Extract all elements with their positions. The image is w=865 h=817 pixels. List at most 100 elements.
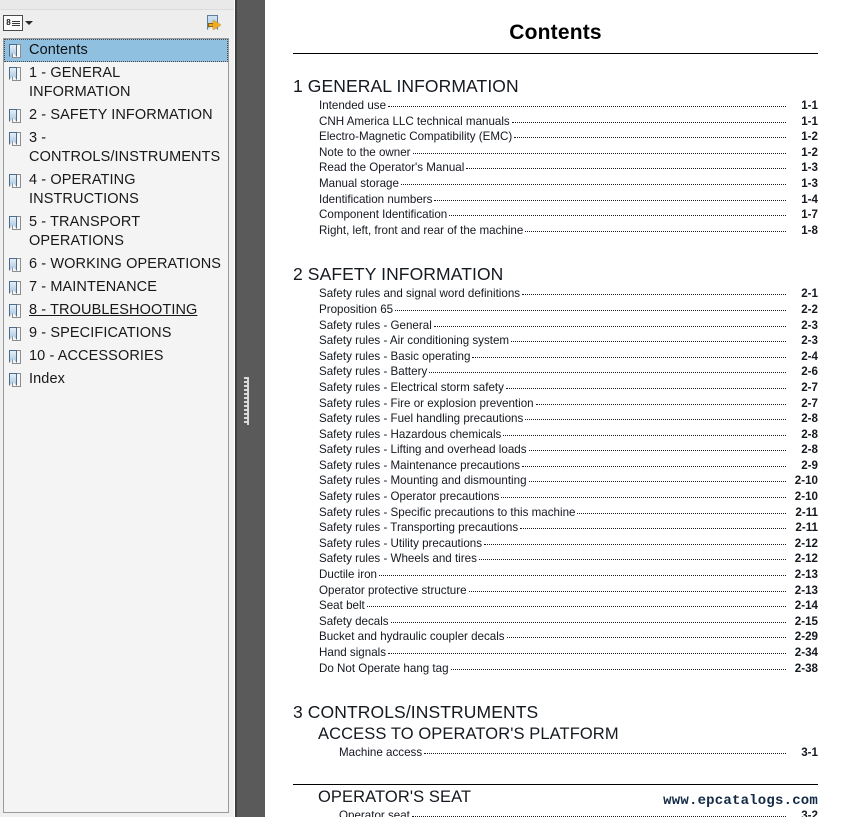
toc-entry[interactable]: Intended use 1-1 (319, 98, 818, 114)
toc-entry[interactable]: Identification numbers 1-4 (319, 192, 818, 208)
bookmark-icon (9, 109, 22, 124)
bookmark-item-7[interactable]: 7 - MAINTENANCE (4, 276, 228, 299)
toc-entry[interactable]: Safety rules - Fire or explosion prevent… (319, 396, 818, 412)
toc-entry-page: 2-3 (801, 318, 818, 332)
toc-entry[interactable]: Safety rules - Wheels and tires 2-12 (319, 551, 818, 567)
bookmark-item-8[interactable]: 8 - TROUBLESHOOTING (4, 299, 228, 322)
toc-entry[interactable]: Safety rules - Specific precautions to t… (319, 505, 818, 521)
toc-entry[interactable]: Component Identification 1-7 (319, 207, 818, 223)
toc-entry[interactable]: Safety rules - Utility precautions 2-12 (319, 536, 818, 552)
bookmark-item-6[interactable]: 6 - WORKING OPERATIONS (4, 253, 228, 276)
bookmarks-list[interactable]: Contents 1 - GENERAL INFORMATION 2 - SAFET… (3, 38, 229, 813)
toc-entry[interactable]: Safety rules - Maintenance precautions 2-… (319, 458, 818, 474)
bookmark-icon (9, 327, 22, 342)
bookmark-item-label: 8 - TROUBLESHOOTING (29, 302, 198, 318)
toc-entry[interactable]: Right, left, front and rear of the machi… (319, 223, 818, 239)
toc-entry[interactable]: Safety rules - Fuel handling precautions… (319, 411, 818, 427)
toc-leader-dots (505, 380, 786, 391)
pdf-reader-window: 8 Contents 1 - GENERAL INFORMATION 2 - SAF… (0, 0, 865, 817)
toc-entry[interactable]: Hand signals 2-34 (319, 645, 818, 661)
toc-entry[interactable]: Seat belt 2-14 (319, 598, 818, 614)
toc-entry-text: Safety decals (319, 614, 389, 628)
toc-entry-list: Intended use 1-1 CNH America LLC technical… (293, 98, 818, 238)
bookmark-item-5[interactable]: 5 - TRANSPORT OPERATIONS (4, 211, 228, 253)
toc-entry-page: 2-6 (801, 365, 818, 379)
toc-entry[interactable]: Ductile iron 2-13 (319, 567, 818, 583)
toc-entry[interactable]: Safety rules - Hazardous chemicals 2-8 (319, 427, 818, 443)
toc-entry[interactable]: Do Not Operate hang tag 2-38 (319, 661, 818, 677)
toc-part: 2 SAFETY INFORMATION Safety rules and sig… (293, 264, 818, 676)
pane-splitter[interactable] (234, 0, 265, 817)
bookmark-item-0[interactable]: Contents (4, 39, 228, 62)
splitter-grip-icon[interactable] (244, 375, 249, 425)
bookmark-item-1[interactable]: 1 - GENERAL INFORMATION (4, 62, 228, 104)
toc-entry-page: 2-13 (794, 583, 818, 597)
footer-rule (293, 784, 818, 785)
toc-entry[interactable]: Safety rules - Air conditioning system 2-… (319, 333, 818, 349)
toc-leader-dots (514, 129, 786, 140)
toc-entry-page: 1-1 (801, 99, 818, 112)
toc-leader-dots (577, 505, 786, 516)
toc-entry[interactable]: Operator protective structure 2-13 (319, 583, 818, 599)
bookmark-item-4[interactable]: 4 - OPERATING INSTRUCTIONS (4, 169, 228, 211)
toc-entry[interactable]: Proposition 65 2-2 (319, 302, 818, 318)
bookmark-icon (9, 304, 22, 319)
toc-entry[interactable]: Manual storage 1-3 (319, 176, 818, 192)
toc-entry[interactable]: CNH America LLC technical manuals 1-1 (319, 114, 818, 130)
bookmark-item-2[interactable]: 2 - SAFETY INFORMATION (4, 104, 228, 127)
toc-entry[interactable]: Safety rules - Mounting and dismounting 2… (319, 473, 818, 489)
toc-entry-text: Seat belt (319, 599, 365, 613)
toc-entry-text: Electro-Magnetic Compatibility (EMC) (319, 130, 513, 144)
toc-entry-text: Manual storage (319, 176, 399, 190)
page-title: Contents (509, 21, 602, 44)
toc-entry[interactable]: Safety rules - General 2-3 (319, 318, 818, 334)
toc-entry-text: Proposition 65 (319, 302, 394, 316)
toc-entry-page: 2-1 (801, 287, 818, 301)
toc-leader-dots (478, 551, 786, 562)
bookmark-item-11[interactable]: Index (4, 368, 228, 391)
toc-entry[interactable]: Electro-Magnetic Compatibility (EMC) 1-2 (319, 129, 818, 145)
toc-leader-dots (424, 745, 786, 756)
chevron-down-icon[interactable] (25, 21, 33, 25)
bookmark-options-button[interactable]: 8 (3, 13, 42, 33)
toc-entry[interactable]: Safety rules - Electrical storm safety 2-… (319, 380, 818, 396)
toc-entry-text: Safety rules - Operator precautions (319, 490, 500, 504)
bookmark-item-label: Contents (29, 42, 88, 58)
toc-entry-page: 2-10 (794, 474, 818, 488)
toc-leader-dots (366, 598, 786, 609)
toc-leader-dots (520, 520, 786, 531)
toc-entry-text: Intended use (319, 99, 387, 112)
toc-entry[interactable]: Safety rules and signal word definitions… (319, 286, 818, 302)
bookmark-item-10[interactable]: 10 - ACCESSORIES (4, 345, 228, 368)
toc-entry[interactable]: Machine access 3-1 (339, 745, 818, 761)
toc-entry-text: Safety rules - Basic operating (319, 349, 471, 363)
toc-entry[interactable]: Safety rules - Operator precautions 2-10 (319, 489, 818, 505)
toc-entry[interactable]: Safety decals 2-15 (319, 614, 818, 630)
toc-part-heading[interactable]: 1 GENERAL INFORMATION (293, 76, 818, 97)
toc-part-heading[interactable]: 3 CONTROLS/INSTRUMENTS (293, 702, 818, 723)
expand-current-bookmark-button[interactable] (204, 12, 228, 34)
toc-entry[interactable]: Safety rules - Basic operating 2-4 (319, 349, 818, 365)
toc-entry[interactable]: Bucket and hydraulic coupler decals 2-29 (319, 629, 818, 645)
toc-entry-text: Safety rules - Hazardous chemicals (319, 427, 502, 441)
toc-entry-list: Safety rules and signal word definitions… (293, 286, 818, 676)
bookmark-item-9[interactable]: 9 - SPECIFICATIONS (4, 322, 228, 345)
toc-entry[interactable]: Read the Operator's Manual 1-3 (319, 160, 818, 176)
toc-leader-dots (379, 567, 786, 578)
bookmark-icon (9, 258, 22, 273)
toc-entry-text: Safety rules - Utility precautions (319, 536, 483, 550)
toc-entry[interactable]: Safety rules - Transporting precautions 2… (319, 520, 818, 536)
toc-entry-text: Safety rules - Mounting and dismounting (319, 474, 527, 488)
toc-entry[interactable]: Safety rules - Lifting and overhead load… (319, 442, 818, 458)
toc-part-heading[interactable]: 2 SAFETY INFORMATION (293, 264, 818, 285)
toc-entry-page: 3-1 (801, 746, 818, 760)
toc-section-heading[interactable]: ACCESS TO OPERATOR'S PLATFORM (318, 724, 818, 745)
toc-entry-page: 2-34 (794, 646, 818, 659)
toc-entry[interactable]: Safety rules - Battery 2-6 (319, 364, 818, 380)
bookmarks-toolbar: 8 (0, 10, 234, 36)
bookmark-item-3[interactable]: 3 - CONTROLS/INSTRUMENTS (4, 127, 228, 169)
toc-entry-text: Safety rules - Fire or explosion prevent… (319, 396, 534, 410)
toc-entry-text: Ductile iron (319, 568, 377, 582)
toc-entry[interactable]: Note to the owner 1-2 (319, 145, 818, 161)
toc-leader-dots (511, 114, 786, 125)
